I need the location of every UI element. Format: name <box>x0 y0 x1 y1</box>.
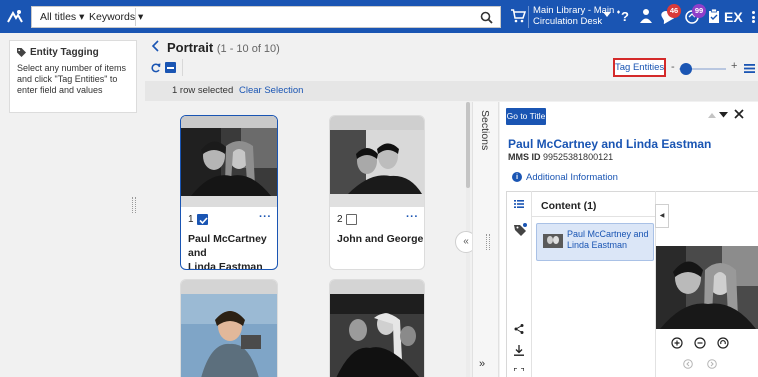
divider <box>182 59 183 76</box>
mms-id: MMS ID 99525381800121 <box>508 152 613 162</box>
info-title: Entity Tagging <box>30 47 99 58</box>
previous-page-icon[interactable] <box>683 359 693 369</box>
record-title: Paul McCartney and Linda Eastman <box>508 137 712 151</box>
gallery-card[interactable]: 1 ··· Paul McCartney and Linda Eastman <box>180 115 278 270</box>
content-item-thumbnail <box>543 234 563 248</box>
card-thumbnail[interactable] <box>330 116 424 207</box>
search-bar: All titles ▾ Keywords ▾ <box>31 6 501 28</box>
top-bar: All titles ▾ Keywords ▾ Main Library - M… <box>0 0 758 33</box>
list-view-icon[interactable] <box>744 64 755 73</box>
list-icon[interactable] <box>514 200 524 208</box>
divider <box>532 216 655 217</box>
help-icon[interactable]: ? <box>616 8 632 24</box>
tasks-icon[interactable] <box>708 8 720 24</box>
panel-resize-handle[interactable] <box>132 197 136 213</box>
panel-resize-handle[interactable] <box>486 234 490 250</box>
content-item-label-line: Paul McCartney and <box>567 229 649 239</box>
content-item-label: Paul McCartney and Linda Eastman <box>567 229 649 251</box>
previous-record-icon[interactable] <box>708 112 716 118</box>
search-button[interactable] <box>472 6 501 28</box>
go-to-title-button[interactable]: Go to Title <box>506 108 546 125</box>
zoom-out-button[interactable]: - <box>671 61 675 73</box>
cart-icon[interactable] <box>510 9 526 23</box>
viewer-photo-image <box>656 246 758 329</box>
more-menu-icon[interactable] <box>752 11 755 23</box>
download-icon[interactable] <box>514 345 524 356</box>
back-icon[interactable] <box>151 40 159 52</box>
zoom-in-button[interactable]: + <box>731 60 737 72</box>
card-number: 2 <box>337 214 343 225</box>
photo-image <box>181 280 277 377</box>
expand-sections-button[interactable]: » <box>479 358 485 370</box>
notification-badge: 46 <box>667 4 681 18</box>
select-all-checkbox[interactable] <box>165 62 176 73</box>
tag-entities-button[interactable]: Tag Entities <box>613 58 666 77</box>
sections-label[interactable]: Sections <box>479 110 491 150</box>
image-viewer[interactable] <box>656 246 758 329</box>
card-thumbnail[interactable] <box>330 280 424 377</box>
svg-text:?: ? <box>621 9 629 24</box>
logo-icon[interactable] <box>6 8 24 26</box>
rotate-icon[interactable] <box>717 337 729 349</box>
search-icon <box>480 11 493 24</box>
mms-label: MMS ID <box>508 152 541 162</box>
result-count: (1 - 10 of 10) <box>216 43 280 55</box>
zoom-in-icon[interactable] <box>671 337 683 349</box>
card-more-button[interactable]: ··· <box>259 211 272 223</box>
card-title-line: Paul McCartney and <box>188 233 267 259</box>
entity-tagging-info: Entity Tagging Select any number of item… <box>9 40 137 113</box>
card-checkbox[interactable] <box>197 214 208 225</box>
card-title-line: John and George <box>337 233 424 245</box>
additional-information-link[interactable]: Additional Information <box>526 172 618 183</box>
tag-icon <box>17 48 26 57</box>
photo-image <box>330 280 424 377</box>
selection-bar: 1 row selected Clear Selection <box>145 81 758 101</box>
chevron-down-icon[interactable] <box>603 12 611 18</box>
collection-title: Portrait <box>167 40 214 55</box>
photo-image <box>181 116 277 207</box>
share-icon[interactable] <box>514 324 524 334</box>
gallery-card[interactable] <box>180 279 278 377</box>
selection-count: 1 row selected <box>172 85 234 96</box>
info-title-row: Entity Tagging <box>17 47 129 58</box>
next-page-icon[interactable] <box>707 359 717 369</box>
tag-icon[interactable] <box>514 223 527 236</box>
info-icon: i <box>512 172 522 182</box>
card-title[interactable]: Paul McCartney and Linda Eastman <box>188 232 277 270</box>
card-more-button[interactable]: ··· <box>406 211 419 223</box>
user-icon[interactable] <box>640 8 652 24</box>
close-icon[interactable] <box>733 108 745 120</box>
zoom-out-icon[interactable] <box>694 337 706 349</box>
announcement-badge: 99 <box>692 4 706 18</box>
fullscreen-icon[interactable] <box>514 368 524 377</box>
clear-selection-link[interactable]: Clear Selection <box>239 85 303 96</box>
search-divider <box>135 8 136 26</box>
search-scope-dropdown[interactable]: All titles ▾ <box>40 7 84 27</box>
content-file-item[interactable]: Paul McCartney and Linda Eastman <box>536 223 654 261</box>
mms-value: 99525381800121 <box>543 152 614 162</box>
collapse-content-list-button[interactable]: ◀ <box>655 204 669 228</box>
card-thumbnail[interactable] <box>181 280 277 377</box>
card-title-line: Linda Eastman <box>188 261 263 270</box>
user-initials[interactable]: EX <box>724 9 743 25</box>
card-thumbnail[interactable] <box>181 116 277 207</box>
page-title: Portrait (1 - 10 of 10) <box>167 40 280 55</box>
refresh-icon[interactable] <box>151 63 161 73</box>
gallery-card[interactable] <box>329 279 425 377</box>
card-number: 1 <box>188 214 194 225</box>
divider <box>528 6 529 28</box>
content-item-label-line: Linda Eastman <box>567 240 628 250</box>
photo-image <box>330 116 424 207</box>
info-body: Select any number of items and click "Ta… <box>17 63 127 95</box>
gallery-scrollbar-thumb[interactable] <box>466 102 470 188</box>
content-header: Content (1) <box>541 200 597 212</box>
card-title[interactable]: John and George <box>337 232 423 246</box>
gallery-card[interactable]: 2 ··· John and George <box>329 115 425 270</box>
slider-handle[interactable] <box>680 63 692 75</box>
card-checkbox[interactable] <box>346 214 357 225</box>
next-record-icon[interactable] <box>719 112 728 118</box>
